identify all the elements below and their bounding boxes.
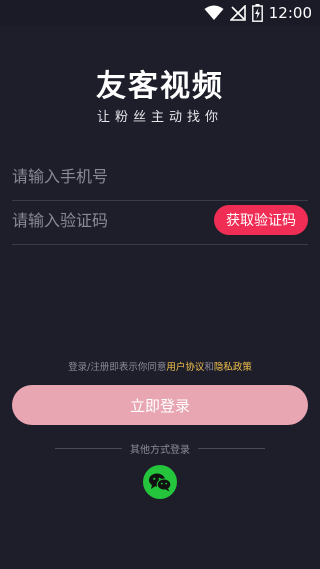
app-title: 友客视频 bbox=[96, 69, 224, 104]
battery-charging-icon bbox=[251, 4, 263, 22]
verification-code-input[interactable] bbox=[12, 200, 202, 240]
status-bar: 12:00 bbox=[0, 0, 320, 26]
wechat-icon bbox=[148, 472, 172, 492]
agreement-conjunction: 和 bbox=[204, 362, 214, 373]
phone-field-row bbox=[12, 156, 308, 201]
get-code-button[interactable]: 获取验证码 bbox=[214, 205, 308, 235]
divider-line-left bbox=[55, 447, 122, 449]
status-time: 12:00 bbox=[268, 4, 312, 22]
signal-off-icon bbox=[229, 5, 246, 21]
login-button[interactable]: 立即登录 bbox=[12, 385, 308, 425]
other-login-divider: 其他方式登录 bbox=[55, 441, 265, 456]
app-slogan: 让粉丝主动找你 bbox=[96, 110, 223, 125]
status-icons: 12:00 bbox=[204, 3, 312, 23]
wifi-icon bbox=[204, 5, 224, 21]
other-login-label: 其他方式登录 bbox=[130, 444, 190, 456]
user-agreement-link[interactable]: 用户协议 bbox=[166, 362, 204, 373]
privacy-policy-link[interactable]: 隐私政策 bbox=[214, 362, 252, 373]
wechat-login-button[interactable] bbox=[143, 465, 177, 499]
code-field-row: 获取验证码 bbox=[12, 200, 308, 245]
phone-input[interactable] bbox=[12, 156, 202, 196]
app-logo: 友客视频 让粉丝主动找你 bbox=[0, 69, 320, 126]
divider-line-right bbox=[198, 447, 265, 449]
agreement-prefix: 登录/注册即表示你同意 bbox=[68, 362, 167, 373]
agreement-text: 登录/注册即表示你同意用户协议和隐私政策 bbox=[0, 359, 320, 373]
